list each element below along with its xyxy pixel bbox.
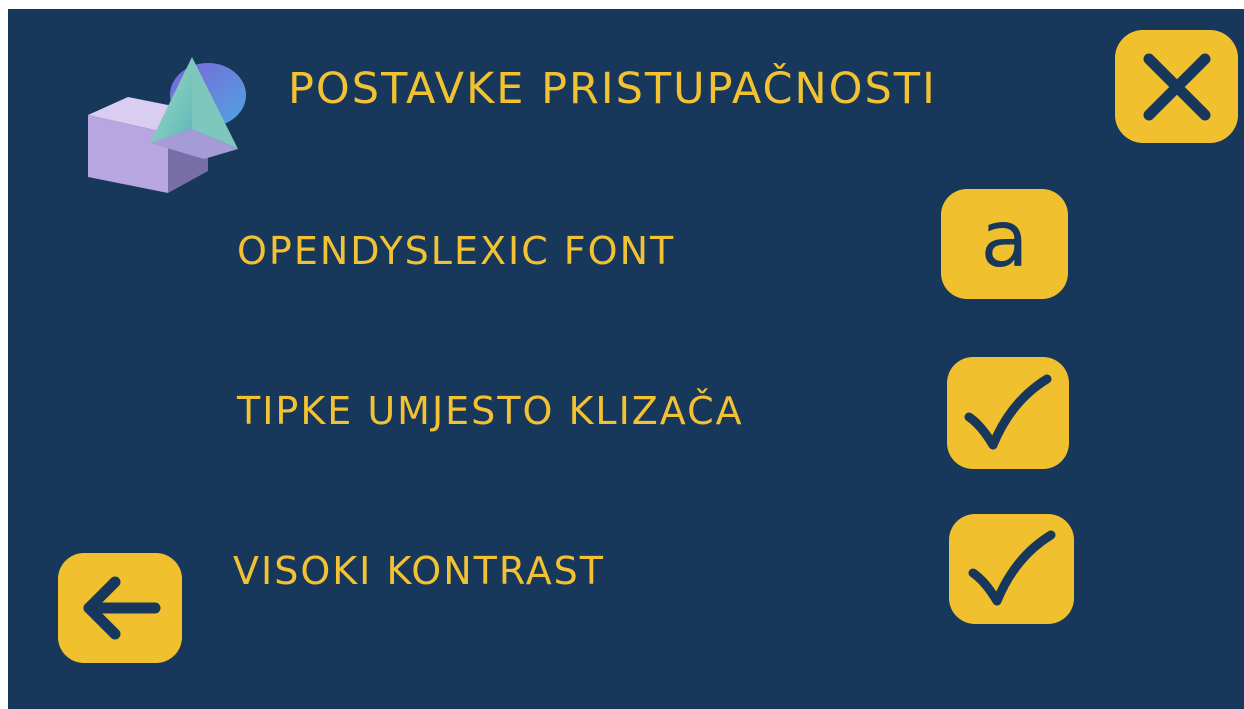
opendyslexic-font-toggle[interactable]: a — [941, 189, 1068, 299]
back-button[interactable] — [58, 553, 182, 663]
arrow-left-icon — [83, 576, 161, 640]
geometric-shapes-logo-icon — [88, 57, 246, 193]
setting-label-high-contrast: VISOKI KONTRAST — [233, 549, 606, 593]
font-a-icon: a — [980, 195, 1029, 285]
buttons-instead-of-sliders-checkbox[interactable] — [947, 357, 1069, 469]
setting-label-opendyslexic: OPENDYSLEXIC FONT — [237, 229, 676, 273]
high-contrast-checkbox[interactable] — [949, 514, 1074, 624]
checkmark-icon — [968, 530, 1055, 606]
close-icon — [1143, 53, 1210, 120]
settings-screen: POSTAVKE PRISTUPAČNOSTI OPENDYSLEXIC FON… — [8, 9, 1244, 709]
page-title: POSTAVKE PRISTUPAČNOSTI — [288, 64, 937, 114]
setting-label-buttons-instead-of-sliders: TIPKE UMJESTO KLIZAČA — [237, 389, 744, 433]
close-button[interactable] — [1115, 30, 1238, 143]
checkmark-icon — [964, 374, 1052, 450]
